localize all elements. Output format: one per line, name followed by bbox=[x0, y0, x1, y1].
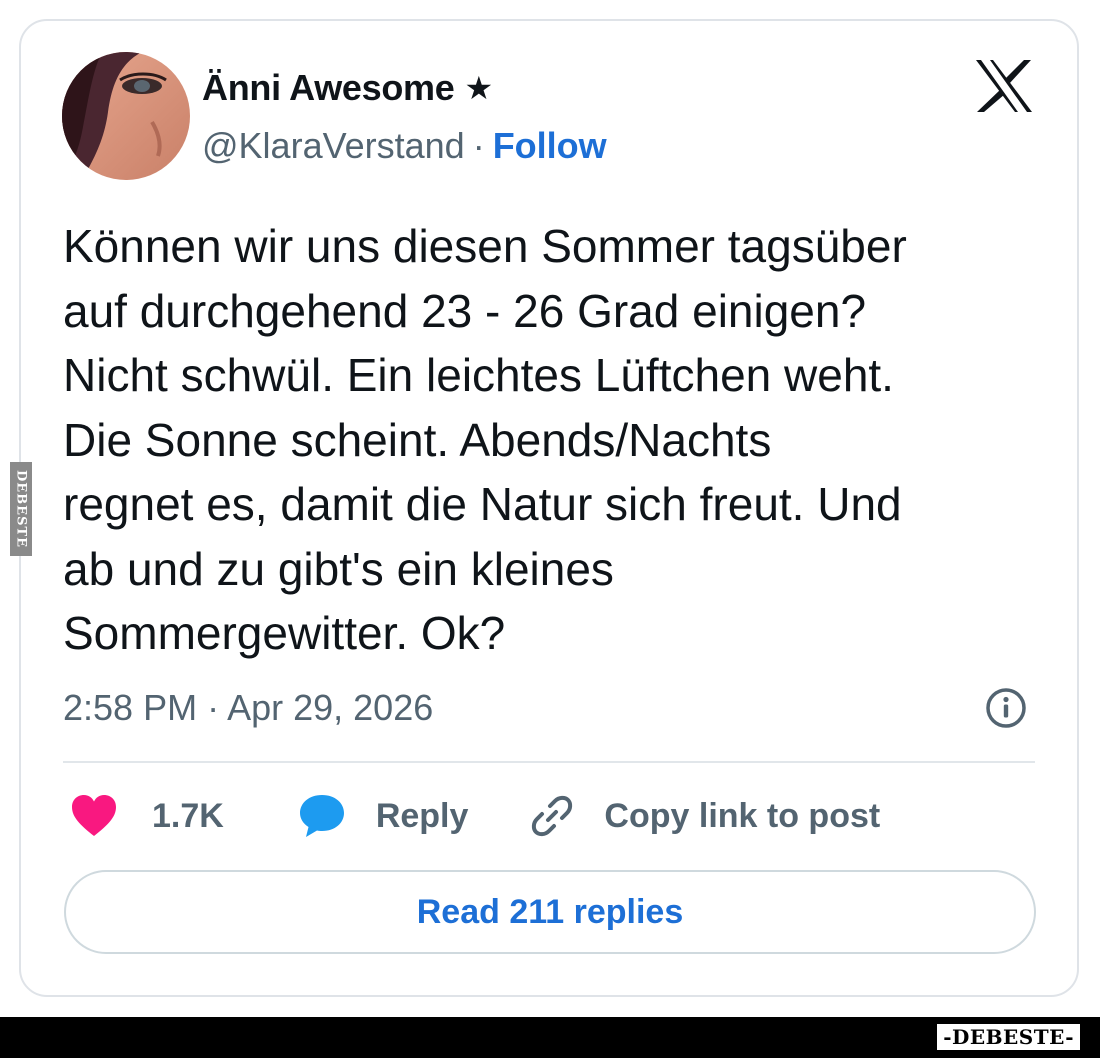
copy-link-button[interactable]: Copy link to post bbox=[528, 792, 880, 840]
footer-bar: -DEBESTE- bbox=[0, 1017, 1100, 1058]
info-icon[interactable] bbox=[984, 686, 1028, 730]
action-bar: 1.7K Reply Copy link to post bbox=[70, 790, 880, 842]
author-handle[interactable]: @KlaraVerstand bbox=[202, 125, 465, 167]
like-button[interactable]: 1.7K bbox=[70, 794, 224, 838]
link-icon bbox=[532, 795, 573, 837]
footer-watermark: -DEBESTE- bbox=[935, 1022, 1082, 1052]
author-name-row: Änni Awesome ★ bbox=[202, 66, 493, 110]
tweet-timestamp[interactable]: 2:58 PM · Apr 29, 2026 bbox=[63, 686, 433, 730]
heart-icon bbox=[72, 795, 116, 836]
display-name[interactable]: Änni Awesome bbox=[202, 67, 455, 109]
speech-bubble-icon bbox=[299, 795, 344, 837]
separator-dot: · bbox=[472, 125, 485, 166]
copy-link-label: Copy link to post bbox=[604, 796, 881, 835]
divider bbox=[63, 761, 1035, 763]
author-handle-row: @KlaraVerstand · Follow bbox=[202, 124, 607, 168]
follow-button[interactable]: Follow bbox=[493, 125, 607, 167]
x-logo-icon[interactable] bbox=[974, 58, 1034, 114]
reply-label: Reply bbox=[375, 796, 469, 835]
avatar[interactable] bbox=[62, 52, 190, 180]
star-icon: ★ bbox=[464, 70, 494, 106]
like-count: 1.7K bbox=[152, 796, 224, 835]
tweet-text: Können wir uns diesen Sommer tagsüber au… bbox=[63, 220, 907, 659]
side-watermark: DEBESTE bbox=[10, 462, 32, 556]
reply-button[interactable]: Reply bbox=[298, 793, 469, 839]
read-replies-button[interactable]: Read 211 replies bbox=[64, 870, 1036, 954]
